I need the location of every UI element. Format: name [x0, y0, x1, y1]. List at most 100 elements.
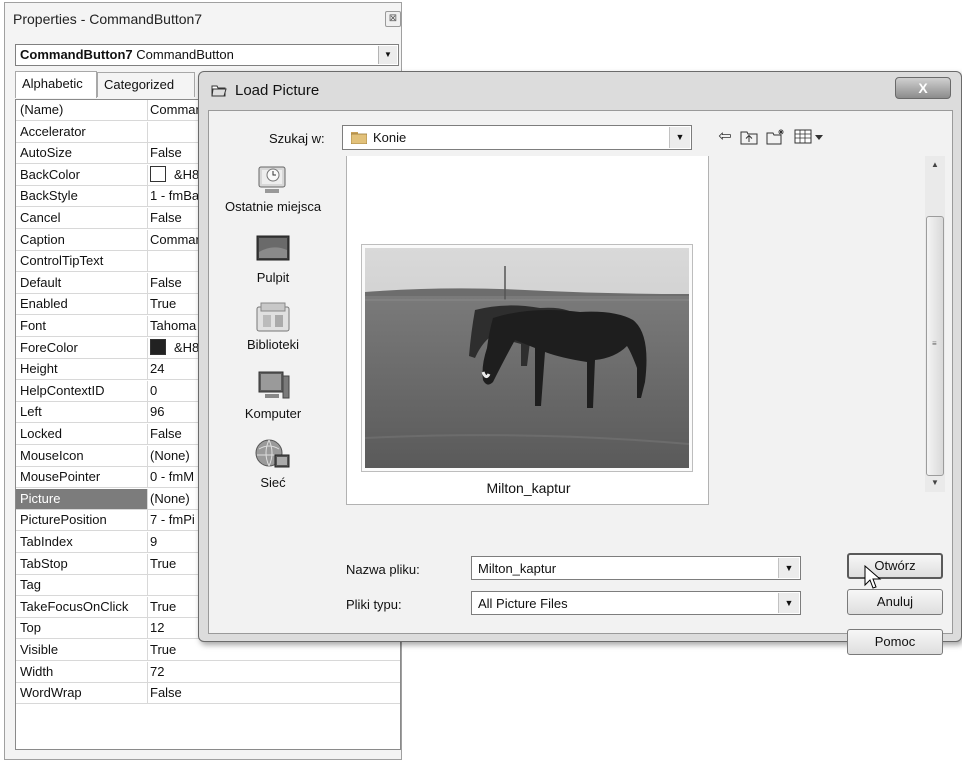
tab-alphabetic[interactable]: Alphabetic: [15, 71, 97, 98]
property-value-text: 0 - fmM: [150, 469, 195, 485]
property-value[interactable]: 72: [150, 662, 398, 682]
property-name[interactable]: Locked: [16, 424, 148, 444]
property-value-text: False: [150, 685, 182, 701]
property-name[interactable]: Accelerator: [16, 121, 148, 142]
filetype-select[interactable]: All Picture Files ▼: [471, 591, 801, 615]
place-libraries-label: Biblioteki: [246, 337, 300, 352]
back-icon[interactable]: ⇦: [714, 126, 736, 148]
computer-icon: [253, 368, 293, 404]
open-button[interactable]: Otwórz: [847, 553, 943, 579]
scrollbar-thumb[interactable]: ≡: [926, 216, 944, 476]
property-name[interactable]: Default: [16, 272, 148, 293]
look-in-value: Konie: [373, 130, 407, 145]
properties-close-button[interactable]: ⊠: [385, 11, 401, 27]
property-value[interactable]: True: [150, 640, 398, 660]
property-row[interactable]: Visible True: [16, 640, 400, 661]
property-value-text: True: [150, 296, 177, 312]
place-desktop-label: Pulpit: [256, 270, 290, 285]
property-value-text: 9: [150, 534, 158, 549]
property-name[interactable]: TabIndex: [16, 532, 148, 552]
cancel-button[interactable]: Anuluj: [847, 589, 943, 615]
property-name[interactable]: Picture: [16, 488, 148, 509]
property-name[interactable]: Caption: [16, 229, 148, 250]
load-picture-dialog: Load Picture X Szukaj w: Konie ▼ ⇦ Ostat…: [198, 71, 962, 655]
recent-places-icon: [253, 161, 293, 197]
libraries-icon: [253, 299, 293, 335]
property-name[interactable]: Tag: [16, 575, 148, 596]
property-name[interactable]: BackColor: [16, 164, 148, 185]
tab-categorized[interactable]: Categorized: [97, 72, 195, 97]
dialog-close-button[interactable]: X: [895, 77, 951, 99]
chevron-down-icon[interactable]: ▼: [778, 593, 799, 613]
filename-label: Nazwa pliku:: [346, 562, 420, 577]
property-name[interactable]: Height: [16, 359, 148, 380]
property-name[interactable]: MousePointer: [16, 467, 148, 488]
up-folder-icon[interactable]: [738, 126, 760, 148]
property-name[interactable]: Font: [16, 316, 148, 336]
property-value-text: Commar: [150, 231, 200, 247]
property-name[interactable]: ControlTipText: [16, 251, 148, 272]
place-desktop[interactable]: Pulpit: [209, 232, 337, 285]
place-libraries[interactable]: Biblioteki: [209, 299, 337, 352]
place-computer[interactable]: Komputer: [209, 368, 337, 421]
places-bar: Ostatnie miejsca Pulpit Biblioteki Kompu…: [209, 161, 337, 491]
property-value-text: 7 - fmPi: [150, 512, 195, 528]
views-menu-icon[interactable]: [792, 126, 826, 148]
chevron-down-icon[interactable]: ▼: [378, 46, 397, 64]
property-value[interactable]: False: [150, 683, 398, 703]
scroll-down-icon[interactable]: ▼: [925, 474, 945, 492]
property-value-text: True: [150, 598, 177, 614]
open-folder-icon: [211, 85, 227, 97]
property-name[interactable]: Width: [16, 661, 148, 682]
chevron-down-icon[interactable]: ▼: [669, 127, 690, 148]
object-type: CommandButton: [136, 47, 234, 62]
grip-icon: ≡: [932, 339, 937, 348]
property-name[interactable]: ForeColor: [16, 337, 148, 358]
filename-combo[interactable]: Milton_kaptur ▼: [471, 556, 801, 580]
file-list: Milton_kaptur: [346, 156, 709, 505]
horse-photo-image: [365, 248, 689, 468]
place-recent[interactable]: Ostatnie miejsca: [209, 161, 337, 214]
property-name[interactable]: (Name): [16, 100, 148, 120]
property-value-text: 96: [150, 404, 165, 420]
property-name[interactable]: Left: [16, 402, 148, 423]
new-folder-icon[interactable]: [765, 126, 787, 148]
property-name[interactable]: Enabled: [16, 294, 148, 315]
look-in-dropdown[interactable]: Konie ▼: [342, 125, 692, 150]
property-value-text: 0: [150, 382, 158, 398]
property-value-text: 24: [150, 361, 165, 377]
color-swatch: [150, 165, 166, 182]
place-recent-label: Ostatnie miejsca: [224, 199, 322, 214]
help-button[interactable]: Pomoc: [847, 629, 943, 655]
chevron-down-icon[interactable]: ▼: [778, 558, 799, 578]
object-selector[interactable]: CommandButton7 CommandButton ▼: [15, 44, 399, 66]
property-name[interactable]: Visible: [16, 640, 148, 660]
scroll-up-icon[interactable]: ▲: [925, 156, 945, 174]
dialog-body: Szukaj w: Konie ▼ ⇦ Ostatnie miejsca Pul…: [208, 110, 953, 655]
property-value-text: 72: [150, 663, 165, 679]
property-name[interactable]: Top: [16, 618, 148, 639]
property-name[interactable]: BackStyle: [16, 186, 148, 207]
property-name[interactable]: Cancel: [16, 208, 148, 228]
file-thumbnail[interactable]: [361, 244, 693, 472]
property-name[interactable]: TabStop: [16, 553, 148, 574]
mouse-cursor-icon: [864, 565, 882, 589]
property-row[interactable]: WordWrap False: [16, 683, 400, 705]
filename-input[interactable]: Milton_kaptur: [478, 561, 556, 576]
property-value-text: Tahoma: [150, 318, 197, 333]
property-value-text: 12: [150, 620, 165, 636]
property-name[interactable]: TakeFocusOnClick: [16, 596, 148, 617]
file-name-label[interactable]: Milton_kaptur: [347, 480, 710, 496]
property-value-text: False: [150, 426, 182, 441]
property-name[interactable]: WordWrap: [16, 683, 148, 704]
property-name[interactable]: HelpContextID: [16, 380, 148, 401]
property-name[interactable]: MouseIcon: [16, 445, 148, 466]
vertical-scrollbar[interactable]: ▲ ≡ ▼: [925, 156, 945, 492]
property-name[interactable]: AutoSize: [16, 143, 148, 164]
property-value-text: 1 - fmBa: [150, 188, 200, 204]
object-name: CommandButton7: [20, 47, 133, 62]
filetype-label: Pliki typu:: [346, 597, 402, 612]
property-row[interactable]: Width 72: [16, 661, 400, 683]
property-name[interactable]: PicturePosition: [16, 510, 148, 531]
place-network[interactable]: Sieć: [209, 437, 337, 490]
